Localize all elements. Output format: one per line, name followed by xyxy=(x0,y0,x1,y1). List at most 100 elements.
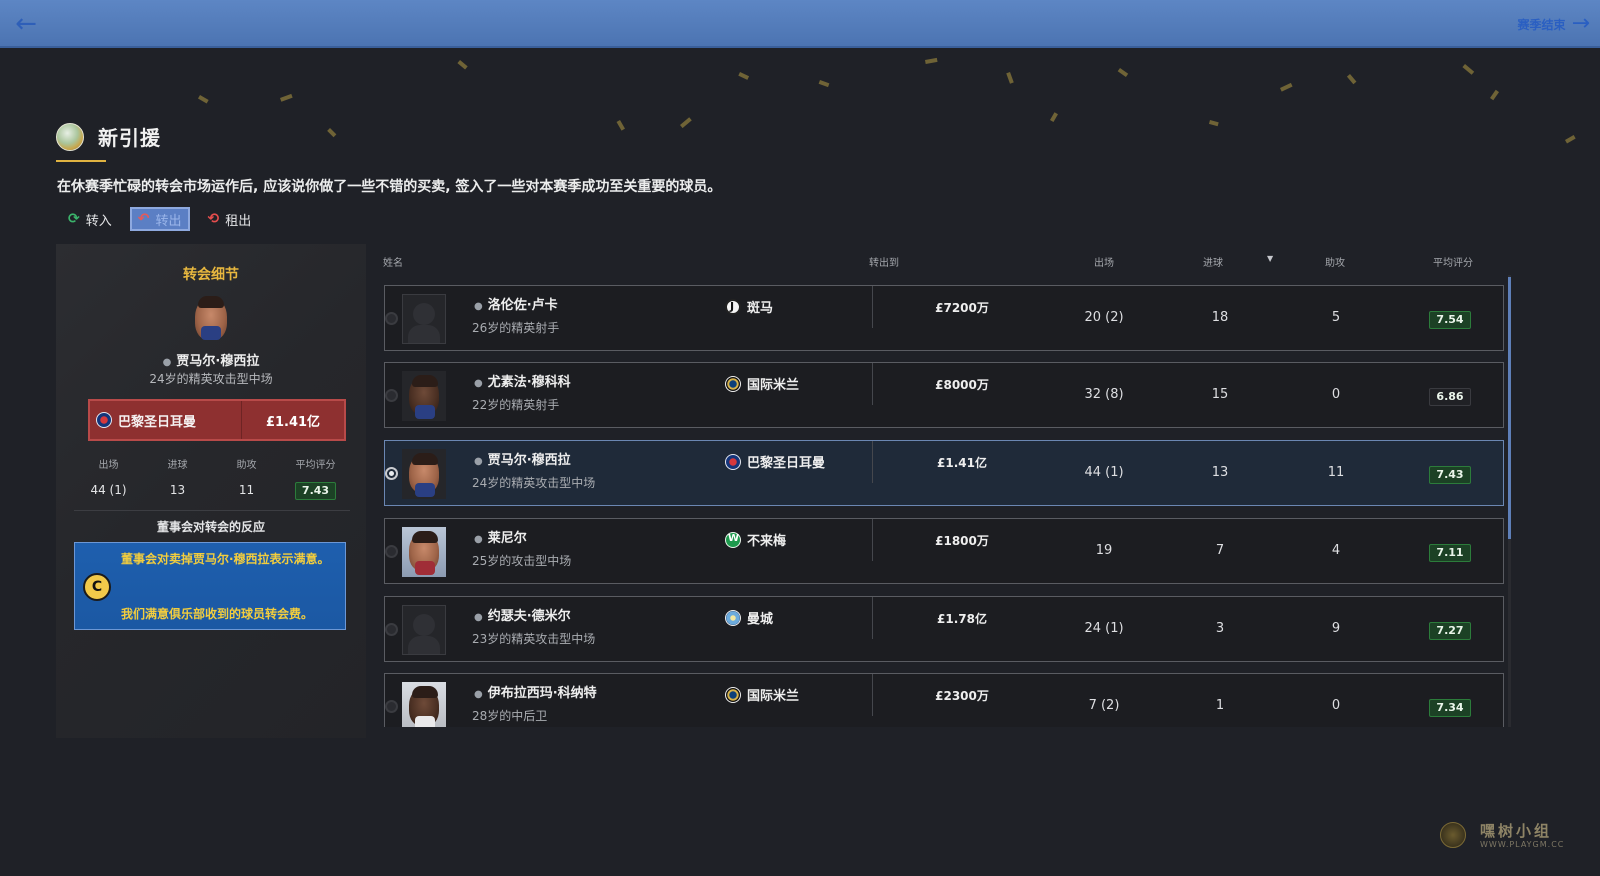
table-row[interactable]: ● 洛伦佐·卢卡 26岁的精英射手 斑马 £7200万 20 (2) 18 5 7… xyxy=(384,285,1504,351)
player-name[interactable]: ● 莱尼尔 xyxy=(474,527,527,546)
tab-transfer-in[interactable]: ⟳ 转入 xyxy=(62,207,118,231)
transfer-fee: £7200万 xyxy=(935,301,989,315)
tab-transfer-out[interactable]: ↶ 转出 xyxy=(129,207,190,231)
player-name[interactable]: ● 约瑟夫·德米尔 xyxy=(474,605,571,624)
player-photo xyxy=(402,682,446,727)
club[interactable]: 斑马 xyxy=(725,297,773,316)
club[interactable]: 国际米兰 xyxy=(725,374,799,393)
row-radio[interactable] xyxy=(385,545,398,558)
juventus-crest-icon xyxy=(725,298,741,315)
rating-badge: 7.11 xyxy=(1429,544,1471,562)
player-desc: 23岁的精英攻击型中场 xyxy=(472,632,596,646)
player-name-text: 尤素法·穆科科 xyxy=(487,375,571,390)
destination-club-name: 巴黎圣日耳曼 xyxy=(118,414,197,430)
apps: 24 (1) xyxy=(1084,621,1124,636)
table-row[interactable]: ● 莱尼尔 25岁的攻击型中场 不来梅 £1800万 19 7 4 7.11 xyxy=(384,518,1504,584)
player-name-text: 洛伦佐·卢卡 xyxy=(487,298,558,313)
apps: 44 (1) xyxy=(1084,465,1124,480)
psg-crest-icon xyxy=(96,412,112,428)
column-header-goals[interactable]: 进球 xyxy=(1203,254,1223,269)
player-name-text: 贾马尔·穆西拉 xyxy=(176,354,260,369)
column-divider xyxy=(872,597,873,639)
rating: 7.54 xyxy=(1415,308,1485,329)
tab-label: 转入 xyxy=(85,213,112,229)
next-button[interactable]: 赛季结束 → xyxy=(1518,13,1590,35)
stat-value: 11 xyxy=(238,483,255,497)
rating-badge: 6.86 xyxy=(1429,388,1471,406)
title-underline xyxy=(56,160,106,162)
trophy-badge-icon xyxy=(56,122,84,151)
person-icon: ● xyxy=(162,357,172,368)
player-name[interactable]: ● 洛伦佐·卢卡 xyxy=(474,294,558,313)
club-name: 斑马 xyxy=(747,301,774,316)
assists: 0 xyxy=(1331,698,1341,713)
stat-apps: 出场 44 (1) xyxy=(74,456,143,499)
assists: 4 xyxy=(1331,543,1341,558)
apps: 20 (2) xyxy=(1084,310,1124,325)
rating: 7.34 xyxy=(1415,696,1485,717)
loan-cycle-icon: ⟲ xyxy=(207,211,220,227)
row-radio[interactable] xyxy=(385,700,398,713)
tab-label: 转出 xyxy=(155,213,182,229)
row-radio[interactable] xyxy=(385,312,398,325)
scrollbar-thumb[interactable] xyxy=(1508,277,1511,539)
forward-arrow-icon: → xyxy=(1571,11,1590,36)
transfer-fee-amount: £1.41亿 xyxy=(265,414,321,430)
column-header-assists[interactable]: 助攻 xyxy=(1325,254,1345,269)
player-desc: 22岁的精英射手 xyxy=(472,398,560,412)
table-scrollbar[interactable] xyxy=(1508,275,1511,727)
row-radio[interactable] xyxy=(385,623,398,636)
stat-label: 进球 xyxy=(167,460,188,471)
back-arrow-icon[interactable]: ← xyxy=(12,10,40,38)
club[interactable]: 不来梅 xyxy=(725,530,786,549)
table-row[interactable]: ● 尤素法·穆科科 22岁的精英射手 国际米兰 £8000万 32 (8) 15 … xyxy=(384,362,1504,428)
player-face xyxy=(409,686,439,727)
player-desc: 25岁的攻击型中场 xyxy=(472,554,572,568)
rating-badge: 7.43 xyxy=(294,482,337,500)
club[interactable]: 国际米兰 xyxy=(725,685,799,704)
destination-club[interactable]: 巴黎圣日耳曼 xyxy=(90,401,242,439)
psg-crest-icon xyxy=(725,453,741,470)
player-name[interactable]: ● 尤素法·穆科科 xyxy=(474,371,571,390)
column-header-apps[interactable]: 出场 xyxy=(1094,254,1114,269)
silhouette-icon xyxy=(408,636,440,654)
rating: 7.27 xyxy=(1415,619,1485,640)
person-icon: ● xyxy=(474,689,483,700)
detail-player-desc: 24岁的精英攻击型中场 xyxy=(149,372,273,386)
player-face xyxy=(409,531,439,575)
tab-loan-out[interactable]: ⟲ 租出 xyxy=(202,207,258,231)
column-header-rating[interactable]: 平均评分 xyxy=(1433,254,1473,269)
detail-player-name[interactable]: ● 贾马尔·穆西拉 xyxy=(56,350,366,369)
club[interactable]: 巴黎圣日耳曼 xyxy=(725,452,825,471)
column-header-to[interactable]: 转出到 xyxy=(869,254,899,269)
sort-desc-icon[interactable]: ▼ xyxy=(1267,254,1273,263)
club-name: 不来梅 xyxy=(747,534,787,549)
goals: 7 xyxy=(1215,543,1225,558)
table-row[interactable]: ● 伊布拉西玛·科纳特 28岁的中后卫 国际米兰 £2300万 7 (2) 1 0… xyxy=(384,673,1504,727)
player-photo xyxy=(402,449,446,499)
row-radio[interactable] xyxy=(385,389,398,402)
person-icon: ● xyxy=(474,612,483,623)
rating-badge: 7.43 xyxy=(1429,466,1471,484)
club[interactable]: 曼城 xyxy=(725,608,773,627)
player-name[interactable]: ● 伊布拉西玛·科纳特 xyxy=(474,682,597,701)
watermark: 嘿树小组 WWW.PLAYGM.CC xyxy=(1440,818,1590,852)
rating: 7.11 xyxy=(1415,541,1485,562)
row-radio[interactable] xyxy=(385,467,398,480)
player-portrait xyxy=(195,296,227,340)
board-reaction-title: 董事会对转会的反应 xyxy=(156,520,265,534)
column-divider xyxy=(872,286,873,328)
stat-label: 助攻 xyxy=(236,460,257,471)
column-header-name[interactable]: 姓名 xyxy=(383,254,403,269)
apps: 19 xyxy=(1095,543,1113,558)
rating-badge: 7.34 xyxy=(1429,699,1471,717)
goals: 13 xyxy=(1211,465,1229,480)
table-row[interactable]: ● 约瑟夫·德米尔 23岁的精英攻击型中场 曼城 £1.78亿 24 (1) 3 … xyxy=(384,596,1504,662)
transfer-fee: £1.78亿 xyxy=(937,612,987,626)
stat-goals: 进球 13 xyxy=(143,456,212,499)
assists: 11 xyxy=(1327,465,1345,480)
player-face xyxy=(409,453,439,497)
player-name[interactable]: ● 贾马尔·穆西拉 xyxy=(474,449,571,468)
table-row-selected[interactable]: ● 贾马尔·穆西拉 24岁的精英攻击型中场 巴黎圣日耳曼 £1.41亿 44 (1… xyxy=(384,440,1504,506)
club-name: 国际米兰 xyxy=(747,378,800,393)
